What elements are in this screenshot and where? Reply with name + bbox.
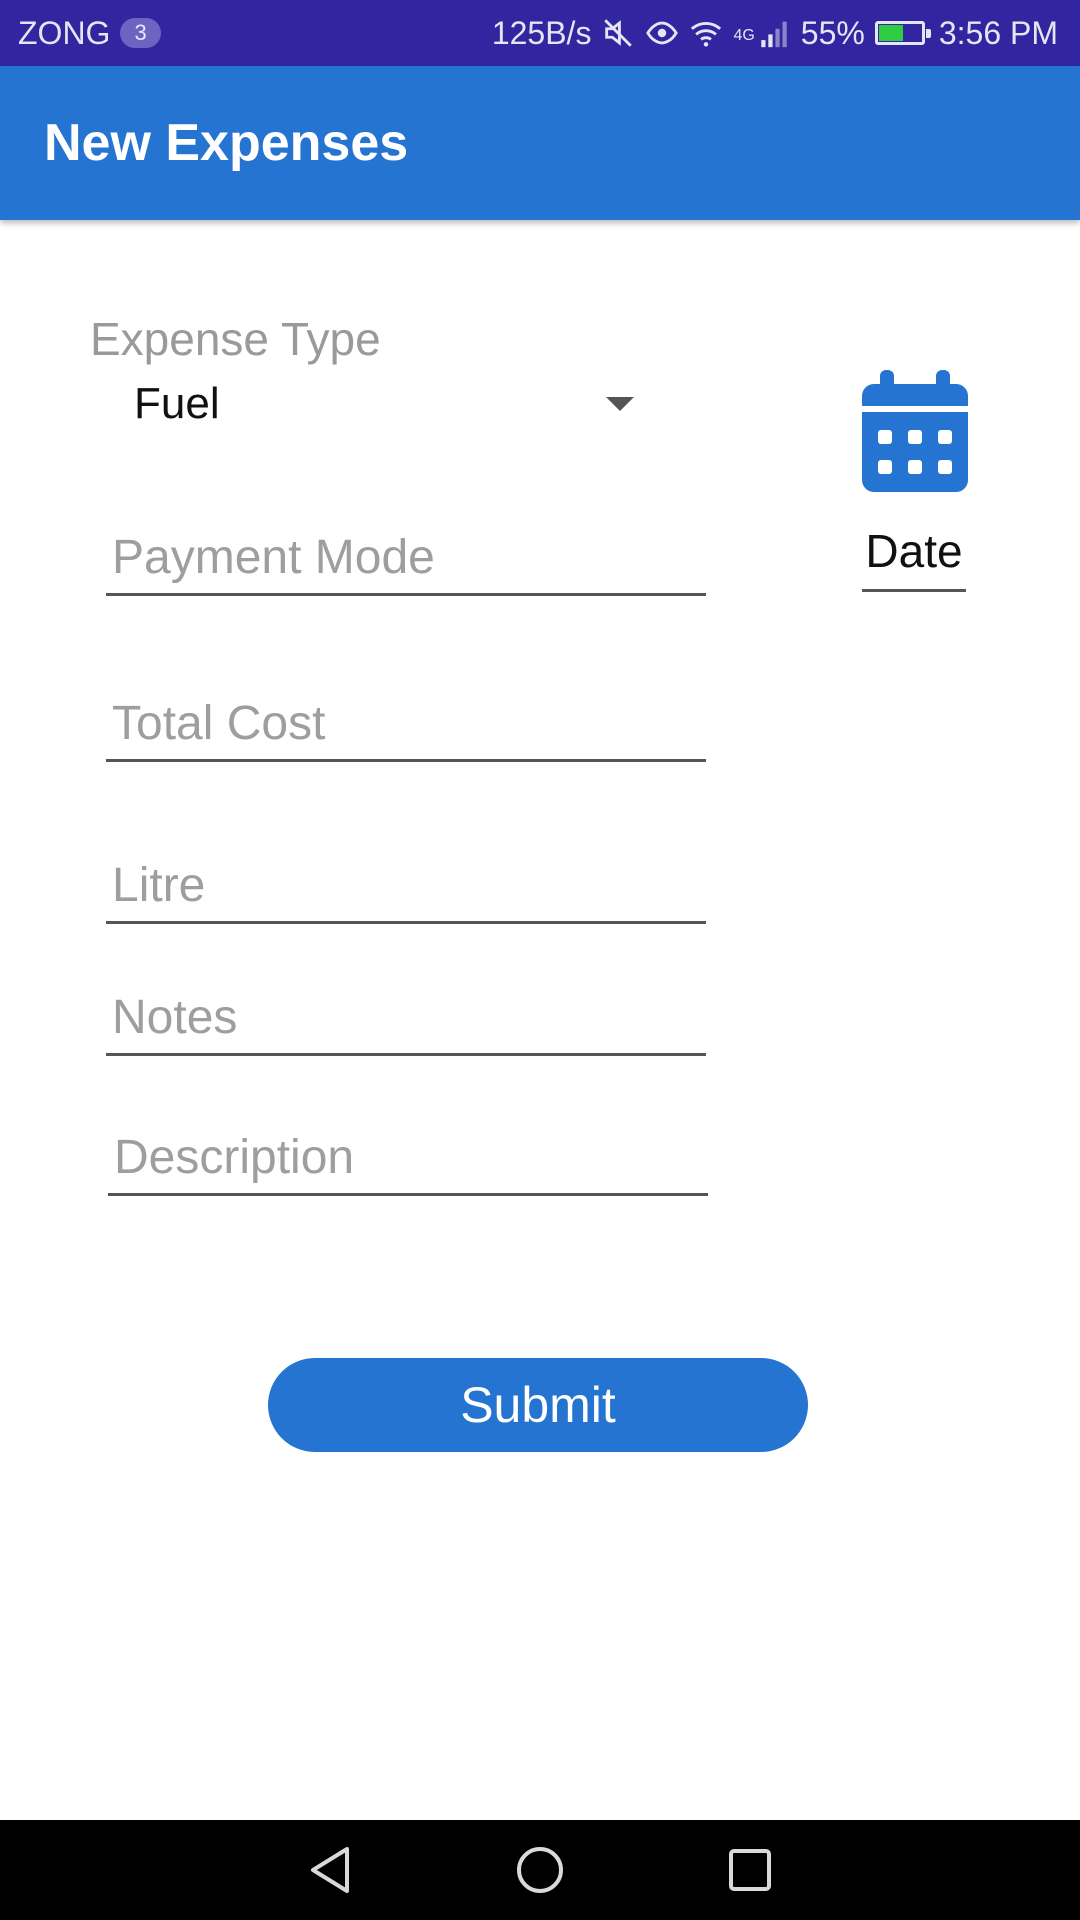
description-input[interactable] <box>114 1130 700 1185</box>
battery-fill <box>878 25 904 41</box>
page-title: New Expenses <box>44 114 409 172</box>
total-cost-field[interactable] <box>106 690 706 762</box>
clock: 3:56 PM <box>938 14 1058 51</box>
carrier-badge: 3 <box>120 18 161 48</box>
home-icon <box>517 1847 563 1893</box>
status-bar: ZONG 3 125B/s 4G 55% 3:56 PM <box>0 0 1080 66</box>
calendar-icon[interactable] <box>862 370 968 492</box>
eye-icon <box>646 21 679 45</box>
submit-button[interactable]: Submit <box>268 1358 808 1452</box>
recents-icon <box>729 1849 771 1891</box>
expense-type-value: Fuel <box>134 379 220 428</box>
navigation-bar <box>0 1820 1080 1920</box>
network-type: 4G <box>733 26 755 44</box>
litre-input[interactable] <box>112 858 698 913</box>
date-field[interactable]: Date <box>862 524 966 592</box>
payment-mode-input[interactable] <box>112 530 698 585</box>
signal-icon <box>761 21 787 48</box>
network-speed: 125B/s <box>491 14 592 51</box>
back-icon <box>311 1847 349 1893</box>
description-field[interactable] <box>108 1124 708 1196</box>
recents-button[interactable] <box>720 1840 780 1900</box>
total-cost-input[interactable] <box>112 696 698 751</box>
payment-mode-field[interactable] <box>106 524 706 596</box>
litre-field[interactable] <box>106 852 706 924</box>
expense-type-label: Expense Type <box>90 313 381 365</box>
wifi-icon <box>691 22 722 47</box>
notes-input[interactable] <box>112 990 698 1045</box>
screen: ZONG 3 125B/s 4G 55% 3:56 PM New Expense… <box>0 0 1080 1920</box>
app-bar: New Expenses <box>0 66 1080 220</box>
carrier-name: ZONG <box>18 14 111 51</box>
date-picker[interactable] <box>862 370 968 492</box>
back-button[interactable] <box>300 1840 360 1900</box>
notes-field[interactable] <box>106 984 706 1056</box>
mute-icon <box>604 19 633 47</box>
dropdown-arrow-icon <box>606 397 634 411</box>
home-button[interactable] <box>510 1840 570 1900</box>
status-bar-right: 125B/s 4G 55% 3:56 PM <box>492 15 1058 52</box>
battery-percent: 55% <box>800 14 865 51</box>
battery-icon <box>874 21 931 45</box>
expense-type-dropdown[interactable]: Fuel <box>108 372 648 436</box>
status-bar-left: ZONG 3 <box>18 15 161 52</box>
